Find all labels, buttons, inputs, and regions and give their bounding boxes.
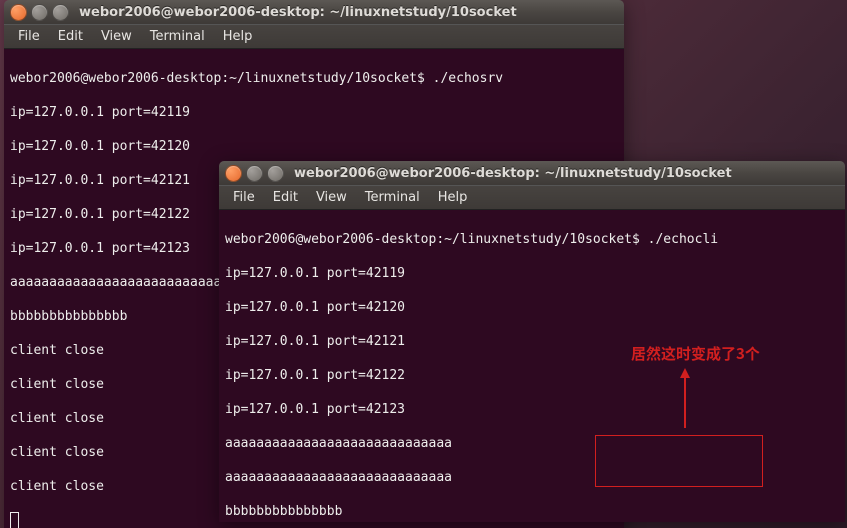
menu-terminal[interactable]: Terminal (357, 188, 428, 207)
titlebar[interactable]: webor2006@webor2006-desktop: ~/linuxnets… (219, 161, 845, 185)
output-line: aaaaaaaaaaaaaaaaaaaaaaaaaaaaa (225, 469, 839, 486)
command-text: ./echosrv (433, 71, 503, 86)
menu-edit[interactable]: Edit (50, 27, 91, 46)
menu-edit[interactable]: Edit (265, 188, 306, 207)
menu-view[interactable]: View (308, 188, 355, 207)
minimize-icon[interactable] (246, 165, 263, 182)
output-line: ip=127.0.0.1 port=42119 (225, 265, 839, 282)
terminal-window-2: webor2006@webor2006-desktop: ~/linuxnets… (219, 161, 845, 522)
menubar: File Edit View Terminal Help (219, 185, 845, 210)
terminal-body-2[interactable]: webor2006@webor2006-desktop:~/linuxnetst… (219, 210, 845, 522)
menu-file[interactable]: File (225, 188, 263, 207)
menubar: File Edit View Terminal Help (4, 24, 624, 49)
maximize-icon[interactable] (267, 165, 284, 182)
menu-file[interactable]: File (10, 27, 48, 46)
close-icon[interactable] (225, 165, 242, 182)
output-line: aaaaaaaaaaaaaaaaaaaaaaaaaaaaa (225, 435, 839, 452)
minimize-icon[interactable] (31, 4, 48, 21)
window-title: webor2006@webor2006-desktop: ~/linuxnets… (79, 5, 517, 20)
menu-help[interactable]: Help (215, 27, 261, 46)
output-line: ip=127.0.0.1 port=42121 (225, 333, 839, 350)
menu-terminal[interactable]: Terminal (142, 27, 213, 46)
prompt: webor2006@webor2006-desktop:~/linuxnetst… (10, 71, 425, 86)
output-line: ip=127.0.0.1 port=42120 (10, 138, 618, 155)
output-line: ip=127.0.0.1 port=42120 (225, 299, 839, 316)
output-line: bbbbbbbbbbbbbbb (225, 503, 839, 520)
command-text: ./echocli (648, 232, 718, 247)
output-line: ip=127.0.0.1 port=42123 (225, 401, 839, 418)
menu-help[interactable]: Help (430, 188, 476, 207)
maximize-icon[interactable] (52, 4, 69, 21)
output-line: ip=127.0.0.1 port=42122 (225, 367, 839, 384)
prompt: webor2006@webor2006-desktop:~/linuxnetst… (225, 232, 640, 247)
output-line: ip=127.0.0.1 port=42119 (10, 104, 618, 121)
menu-view[interactable]: View (93, 27, 140, 46)
window-title: webor2006@webor2006-desktop: ~/linuxnets… (294, 166, 732, 181)
close-icon[interactable] (10, 4, 27, 21)
titlebar[interactable]: webor2006@webor2006-desktop: ~/linuxnets… (4, 0, 624, 24)
